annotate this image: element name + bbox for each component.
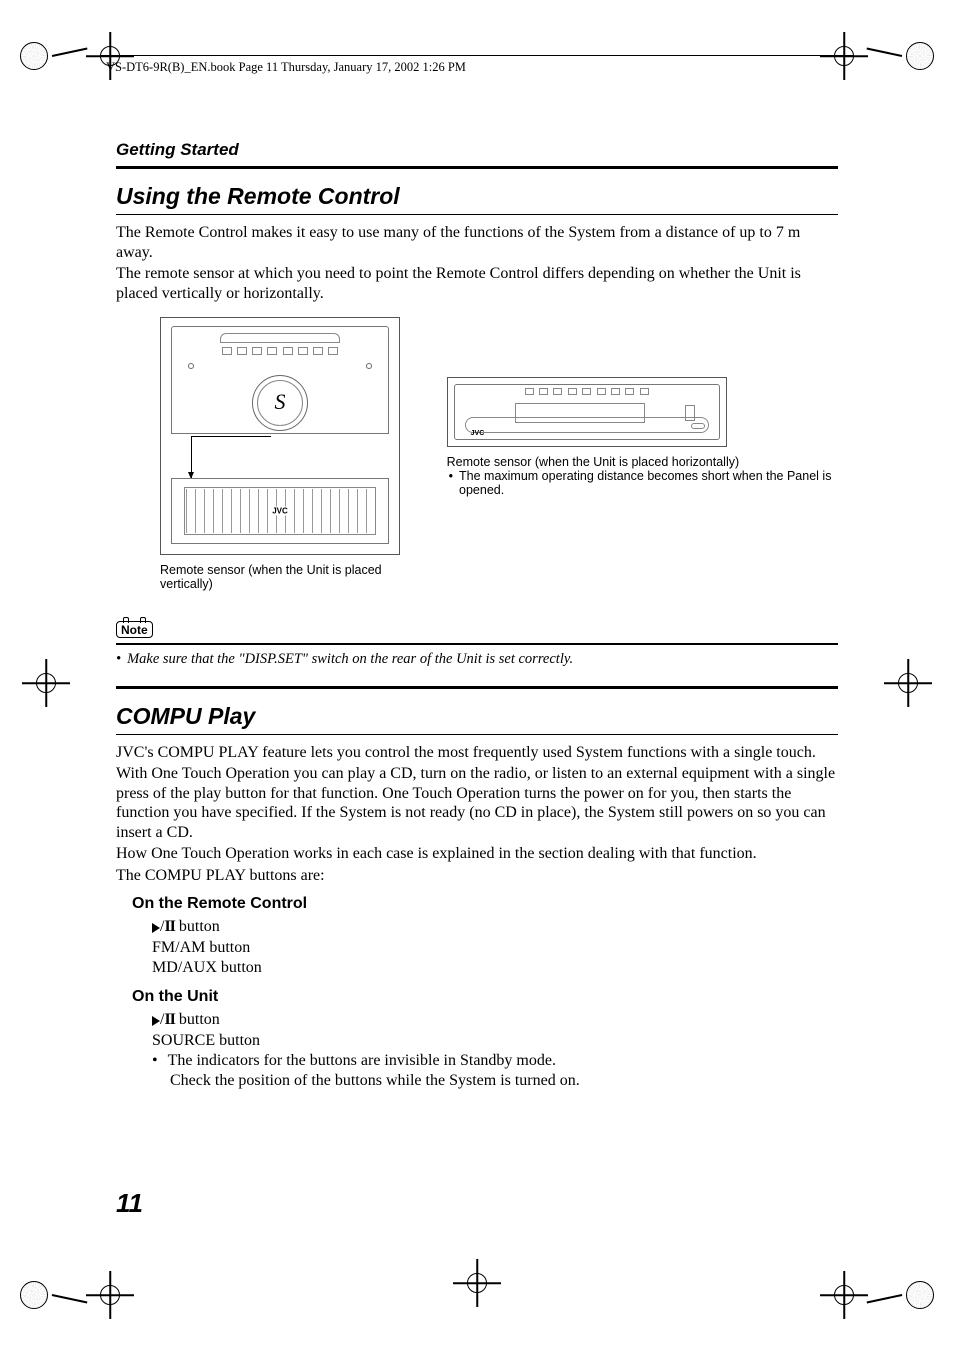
play-icon xyxy=(152,1011,160,1031)
bullet-dot-icon: • xyxy=(152,1051,158,1071)
section-rule-2 xyxy=(116,686,838,689)
caption-horizontal: Remote sensor (when the Unit is placed h… xyxy=(447,455,747,469)
subhead-unit: On the Unit xyxy=(132,988,838,1006)
compu-p1: JVC's COMPU PLAY feature lets you contro… xyxy=(116,743,838,763)
note-text-content: Make sure that the "DISP.SET" switch on … xyxy=(127,651,573,667)
crop-mark-mid-left xyxy=(28,665,64,701)
header-rule xyxy=(100,55,854,56)
note-text: • Make sure that the "DISP.SET" switch on… xyxy=(116,651,838,668)
caption-vertical: Remote sensor (when the Unit is placed v… xyxy=(160,563,407,591)
compu-p4: The COMPU PLAY buttons are: xyxy=(116,866,838,886)
crop-mark-mid-right xyxy=(890,665,926,701)
page-number: 11 xyxy=(116,1188,143,1219)
remote-button-play-pause: /II button xyxy=(152,917,838,938)
remote-button-list: /II button FM/AM button MD/AUX button xyxy=(152,917,838,978)
figure-jvc-logo-h: JVC xyxy=(471,430,485,437)
heading-using-remote: Using the Remote Control xyxy=(116,183,838,210)
figures-row: S JVC Remote sensor (when the Unit is pl… xyxy=(116,317,838,591)
remote-button-play-suffix: button xyxy=(175,918,220,935)
figure-unit-horizontal: JVC xyxy=(447,377,727,447)
crop-mark-bottom-right xyxy=(826,1277,934,1313)
crop-mark-bottom-left xyxy=(20,1277,128,1313)
unit-button-source: SOURCE button xyxy=(152,1031,838,1051)
pause-icon: II xyxy=(164,1011,174,1028)
unit-button-play-suffix: button xyxy=(175,1011,220,1028)
unit-note-text: The indicators for the buttons are invis… xyxy=(168,1051,556,1071)
bullet-dot-icon: • xyxy=(116,651,121,667)
heading-underline-1 xyxy=(116,214,838,215)
unit-button-list: /II button SOURCE button xyxy=(152,1010,838,1051)
heading-compu-play: COMPU Play xyxy=(116,703,838,730)
heading-underline-2 xyxy=(116,734,838,735)
crop-mark-bottom-center xyxy=(459,1265,495,1301)
compu-p2: With One Touch Operation you can play a … xyxy=(116,764,838,842)
figure-vertical-column: S JVC Remote sensor (when the Unit is pl… xyxy=(116,317,407,591)
note-icon: Note xyxy=(116,621,153,638)
figure-unit-vertical: S JVC xyxy=(160,317,400,555)
bullet-dot-icon: • xyxy=(449,469,453,497)
remote-button-fm-am: FM/AM button xyxy=(152,938,838,958)
section-label: Getting Started xyxy=(116,140,838,160)
note-rule xyxy=(116,643,838,644)
figure-jvc-logo: JVC xyxy=(270,507,290,516)
caption-horizontal-bullet: • The maximum operating distance becomes… xyxy=(447,469,838,497)
compu-p3: How One Touch Operation works in each ca… xyxy=(116,844,838,864)
paragraph-remote-sensor: The remote sensor at which you need to p… xyxy=(116,264,838,303)
book-header-line: VS-DT6-9R(B)_EN.book Page 11 Thursday, J… xyxy=(106,60,466,75)
subhead-remote: On the Remote Control xyxy=(132,895,838,913)
figure-horizontal-column: JVC Remote sensor (when the Unit is plac… xyxy=(447,317,838,497)
section-rule xyxy=(116,166,838,169)
note-block: Note • Make sure that the "DISP.SET" swit… xyxy=(116,621,838,667)
caption-horizontal-bullet-text: The maximum operating distance becomes s… xyxy=(459,469,838,497)
remote-button-md-aux: MD/AUX button xyxy=(152,958,838,978)
unit-button-play-pause: /II button xyxy=(152,1010,838,1031)
play-icon xyxy=(152,918,160,938)
pause-icon: II xyxy=(164,918,174,935)
page-content: Getting Started Using the Remote Control… xyxy=(116,140,838,1091)
unit-note-subtext: Check the position of the buttons while … xyxy=(170,1071,838,1091)
paragraph-remote-distance: The Remote Control makes it easy to use … xyxy=(116,223,838,262)
unit-note-bullet: • The indicators for the buttons are inv… xyxy=(152,1051,838,1071)
